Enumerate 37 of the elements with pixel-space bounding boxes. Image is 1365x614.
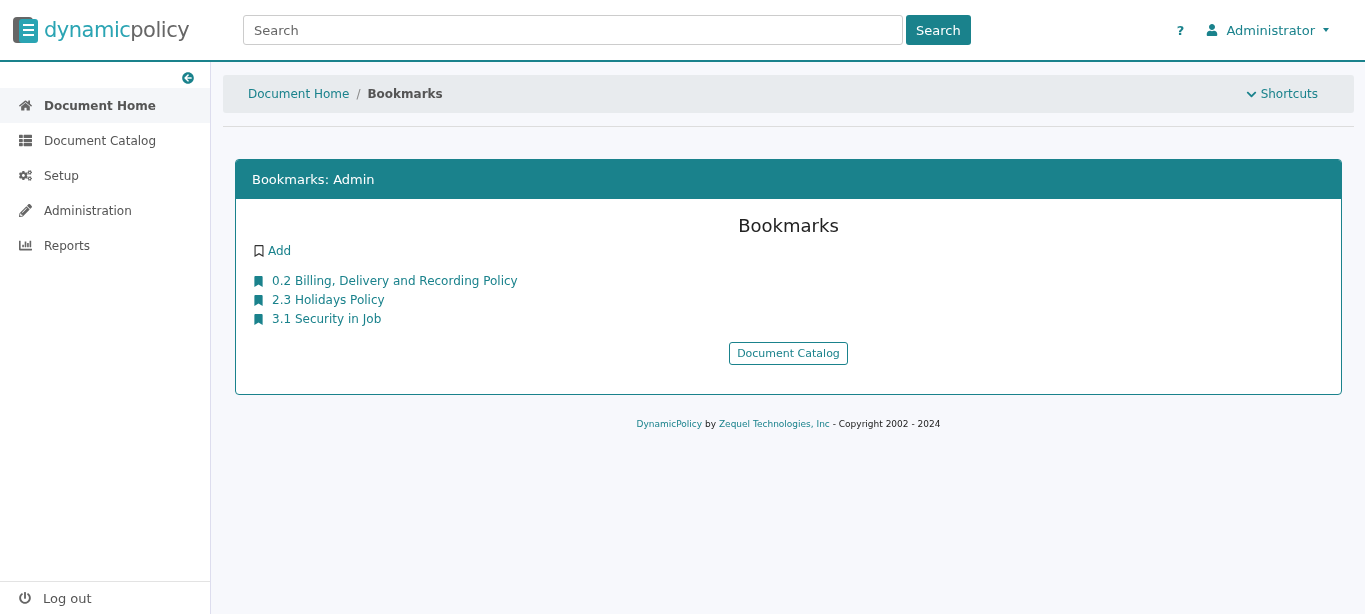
bookmark-icon [253, 314, 264, 325]
collapse-icon[interactable] [182, 72, 194, 84]
house-icon [19, 99, 32, 112]
bookmark-icon [253, 295, 264, 306]
bookmark-link[interactable]: 2.3 Holidays Policy [253, 291, 385, 310]
user-icon [1206, 24, 1219, 36]
user-menu[interactable]: Administrator [1206, 22, 1329, 38]
logout-link[interactable]: Log out [0, 581, 210, 614]
bar-chart-icon [19, 239, 32, 252]
gears-icon [19, 169, 32, 182]
search-field[interactable]: Search [243, 15, 903, 45]
company-link[interactable]: Zequel Technologies, Inc [718, 419, 830, 429]
pencil-icon [19, 204, 32, 217]
bookmark-link[interactable]: 3.1 Security in Job [253, 310, 382, 329]
card-header: Bookmarks: Admin [236, 160, 1341, 199]
logo-text: dynamicpolicy [44, 18, 190, 42]
breadcrumb-separator: / [356, 87, 361, 101]
help-link[interactable]: ? [1176, 22, 1185, 38]
add-link[interactable]: Add [253, 244, 292, 258]
sidebar-item[interactable]: Document Catalog [0, 123, 210, 158]
sidebar-item[interactable]: Reports [0, 228, 210, 263]
shortcuts-link[interactable]: Shortcuts [1245, 87, 1318, 101]
power-icon [19, 592, 31, 604]
sidebar-item[interactable]: Administration [0, 193, 210, 228]
document-catalog-button[interactable]: Document Catalog [729, 342, 848, 365]
current-page-label: Bookmarks [367, 87, 443, 101]
card-heading: Bookmarks [737, 215, 840, 236]
sidebar-item[interactable]: Setup [0, 158, 210, 193]
list-icon [19, 134, 32, 147]
document-logo-icon [12, 15, 40, 45]
breadcrumb-link[interactable]: Document Home [248, 87, 350, 101]
bookmark-icon [253, 276, 264, 287]
company-link[interactable]: DynamicPolicy [636, 419, 703, 429]
search-button[interactable]: Search [906, 15, 971, 45]
footer-text: DynamicPolicy by Zequel Technologies, Inc - Copyright 2002 - 2024 [635, 419, 942, 429]
sidebar-item[interactable]: Document Home [0, 88, 210, 123]
bookmark-link[interactable]: 0.2 Billing, Delivery and Recording Policy [253, 272, 518, 291]
